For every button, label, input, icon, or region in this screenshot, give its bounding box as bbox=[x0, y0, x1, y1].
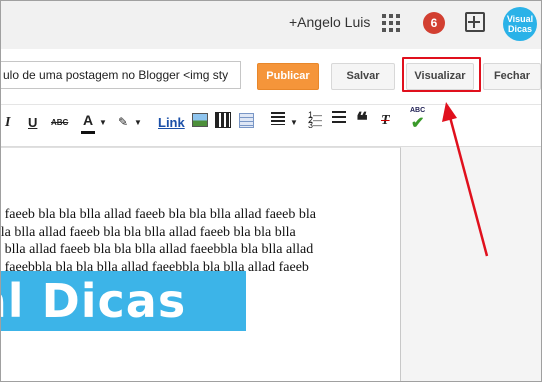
strikethrough-icon[interactable]: ABC bbox=[51, 118, 68, 127]
post-body-editor[interactable]: lad faeeb bla bla blla allad faeeb bla b… bbox=[0, 147, 401, 381]
clear-formatting-icon[interactable]: T bbox=[381, 113, 390, 129]
user-name-link[interactable]: +Angelo Luis bbox=[289, 14, 370, 30]
apps-grid-icon[interactable] bbox=[382, 14, 400, 32]
italic-icon[interactable]: I bbox=[5, 115, 10, 131]
quote-icon[interactable]: ❝ bbox=[356, 110, 368, 132]
chevron-down-icon[interactable]: ▼ bbox=[134, 118, 142, 127]
banner-text: ual Dicas bbox=[1, 274, 187, 328]
text-color-icon[interactable]: A bbox=[81, 112, 95, 134]
align-icon[interactable] bbox=[271, 112, 285, 125]
preview-highlight-box bbox=[402, 57, 481, 92]
chevron-down-icon[interactable]: ▼ bbox=[290, 118, 298, 127]
insert-video-icon[interactable] bbox=[215, 112, 231, 128]
post-body-text: lad faeeb bla bla blla allad faeeb bla b… bbox=[0, 206, 400, 276]
close-button[interactable]: Fechar bbox=[483, 63, 541, 90]
blogger-editor-window: +Angelo Luis 6 Visual Dicas ulo de uma p… bbox=[0, 0, 542, 382]
save-button[interactable]: Salvar bbox=[331, 63, 395, 90]
formatting-toolbar: I U ABC A ▼ ✎ ▼ Link ▼ 1— 2— 3— ❝ T ABC ✔ bbox=[1, 105, 541, 147]
highlight-color-icon[interactable]: ✎ bbox=[118, 115, 128, 129]
body-line: a bla blla allad faeeb bla bla blla alla… bbox=[0, 224, 296, 240]
jump-break-icon[interactable] bbox=[239, 113, 254, 128]
numbered-list-icon[interactable]: 1— 2— 3— bbox=[308, 111, 324, 130]
spell-check-icon[interactable]: ✔ bbox=[411, 113, 424, 133]
share-plus-icon[interactable] bbox=[465, 12, 485, 32]
body-line: bla blla allad faeeb bla bla blla allad … bbox=[0, 242, 314, 257]
link-button[interactable]: Link bbox=[158, 115, 185, 130]
chevron-down-icon[interactable]: ▼ bbox=[99, 118, 107, 127]
publish-button[interactable]: Publicar bbox=[257, 63, 319, 90]
bulleted-list-icon[interactable] bbox=[332, 111, 346, 125]
insert-image-icon[interactable] bbox=[192, 113, 208, 127]
notification-badge[interactable]: 6 bbox=[423, 12, 445, 34]
avatar[interactable]: Visual Dicas bbox=[503, 7, 537, 41]
top-bar: +Angelo Luis 6 Visual Dicas bbox=[1, 1, 541, 49]
embedded-banner-image[interactable]: ual Dicas bbox=[1, 271, 246, 331]
underline-icon[interactable]: U bbox=[28, 115, 37, 130]
post-title-input[interactable]: ulo de uma postagem no Blogger <img sty bbox=[1, 61, 241, 89]
body-line: lad faeeb bla bla blla allad faeeb bla b… bbox=[0, 207, 316, 222]
